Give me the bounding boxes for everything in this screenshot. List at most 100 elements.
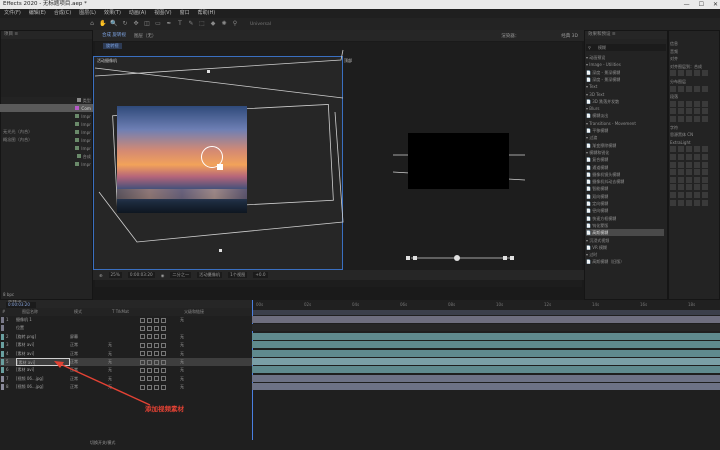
layer-mode[interactable] bbox=[70, 316, 108, 324]
align-button-icon[interactable] bbox=[686, 108, 692, 115]
effect-item[interactable]: ▾ 3D Text bbox=[586, 91, 664, 98]
align-button-icon[interactable] bbox=[686, 154, 692, 160]
effect-item[interactable]: ▾ 过时 bbox=[586, 251, 664, 258]
project-tab[interactable]: 项目 ≡ bbox=[1, 31, 92, 39]
right-panel-row[interactable]: 字符 bbox=[670, 124, 718, 131]
effect-item[interactable]: 📄 深度 - 景深模糊 bbox=[586, 69, 664, 76]
menu-edit[interactable]: 编辑(E) bbox=[29, 9, 46, 18]
project-item[interactable]: Impr bbox=[0, 160, 93, 168]
menu-animation[interactable]: 动画(A) bbox=[129, 9, 146, 18]
bpc-label[interactable]: 8 bpc bbox=[3, 292, 14, 297]
right-panel-row[interactable] bbox=[670, 161, 718, 169]
layer-parent[interactable]: 无 bbox=[180, 316, 184, 324]
effect-item[interactable]: ▾ 模糊和锐化 bbox=[586, 149, 664, 156]
effect-item[interactable]: ▾ Text bbox=[586, 83, 664, 90]
switch-icon[interactable] bbox=[161, 325, 166, 331]
align-button-icon[interactable] bbox=[702, 161, 708, 168]
align-button-icon[interactable] bbox=[678, 85, 684, 92]
right-panel-row[interactable]: 对齐图层到：合成 bbox=[670, 63, 718, 70]
switch-icon[interactable] bbox=[140, 334, 145, 340]
align-button-icon[interactable] bbox=[694, 184, 700, 191]
layer-parent[interactable]: 无 bbox=[180, 350, 184, 358]
switch-icon[interactable] bbox=[161, 351, 166, 357]
menu-file[interactable]: 文件(F) bbox=[4, 9, 21, 18]
align-button-icon[interactable] bbox=[670, 85, 676, 92]
align-button-icon[interactable] bbox=[686, 70, 692, 77]
table-row[interactable]: 位置 bbox=[0, 324, 252, 332]
switch-icon[interactable] bbox=[147, 325, 152, 331]
align-button-icon[interactable] bbox=[670, 161, 676, 168]
right-panel-row[interactable] bbox=[670, 154, 718, 161]
effect-item[interactable]: 📄 智能模糊 bbox=[586, 185, 664, 192]
timecode-field[interactable]: 0:00:03:20 bbox=[127, 272, 155, 278]
switch-icon[interactable] bbox=[161, 342, 166, 348]
align-button-icon[interactable] bbox=[678, 154, 684, 160]
project-item[interactable]: 类型 bbox=[0, 96, 93, 104]
align-button-icon[interactable] bbox=[678, 176, 684, 183]
align-button-icon[interactable] bbox=[694, 169, 700, 176]
right-panel-row[interactable]: ExtraLight bbox=[670, 139, 718, 146]
tab-composition[interactable]: 合成 旋转视 bbox=[99, 32, 126, 40]
layer-trkmat[interactable] bbox=[108, 316, 140, 324]
project-item[interactable]: Com bbox=[0, 104, 93, 112]
hand-tool-icon[interactable]: ✋ bbox=[99, 20, 107, 28]
effect-item[interactable]: 📄 高斯模糊 bbox=[586, 229, 664, 237]
align-button-icon[interactable] bbox=[694, 161, 700, 168]
right-panel-row[interactable] bbox=[670, 70, 718, 77]
align-button-icon[interactable] bbox=[670, 154, 676, 160]
close-button[interactable]: ✕ bbox=[713, 0, 718, 9]
workspace-label[interactable]: Universal bbox=[250, 22, 271, 27]
maximize-button[interactable]: ☐ bbox=[699, 0, 704, 9]
resolution-dropdown[interactable]: 二分之一 bbox=[170, 272, 192, 278]
align-button-icon[interactable] bbox=[694, 199, 700, 206]
renderer-value[interactable]: 经典 3D bbox=[561, 33, 578, 39]
layer-duration-bar[interactable] bbox=[252, 349, 720, 357]
table-row[interactable]: 2 [旋转.png] 屏幕 无 bbox=[0, 333, 252, 341]
layer-duration-bar[interactable] bbox=[252, 316, 720, 323]
switch-icon[interactable] bbox=[154, 334, 159, 340]
align-button-icon[interactable] bbox=[686, 116, 692, 122]
align-button-icon[interactable] bbox=[670, 116, 676, 122]
effect-item[interactable]: ▾ Blurs bbox=[586, 105, 664, 112]
brush-tool-icon[interactable]: ✎ bbox=[187, 20, 195, 28]
layer-parent[interactable]: 无 bbox=[180, 358, 184, 366]
layer-duration-bar[interactable] bbox=[252, 332, 720, 340]
align-button-icon[interactable] bbox=[670, 169, 676, 176]
align-button-icon[interactable] bbox=[702, 70, 708, 77]
right-panel-row[interactable]: 段落 bbox=[670, 93, 718, 100]
menu-layer[interactable]: 图层(L) bbox=[79, 9, 96, 18]
align-button-icon[interactable] bbox=[678, 116, 684, 122]
align-button-icon[interactable] bbox=[694, 146, 700, 153]
switch-icon[interactable] bbox=[161, 376, 166, 382]
layer-name[interactable]: [素材 avi] bbox=[16, 341, 70, 349]
minimize-button[interactable]: — bbox=[684, 0, 690, 9]
menu-help[interactable]: 帮助(H) bbox=[198, 9, 216, 18]
align-button-icon[interactable] bbox=[670, 100, 676, 107]
layer-parent[interactable]: 无 bbox=[180, 333, 184, 341]
clone-tool-icon[interactable]: ⬚ bbox=[198, 20, 206, 28]
move-tool-icon[interactable]: ✥ bbox=[132, 20, 140, 28]
right-panel-row[interactable]: 思源黑体 CN bbox=[670, 131, 718, 138]
project-item[interactable]: 概念图（内合） Impr bbox=[0, 136, 93, 144]
time-ruler[interactable]: 00s 02s 04s 06s 08s 10s 12s 14s 16s 18s bbox=[252, 300, 720, 316]
align-button-icon[interactable] bbox=[678, 108, 684, 115]
camera-dropdown[interactable]: 活动摄像机 bbox=[197, 272, 223, 278]
effects-tab[interactable]: 效果和预设 ≡ bbox=[585, 31, 667, 39]
layer-duration-bar[interactable] bbox=[252, 341, 720, 349]
right-panel-row[interactable] bbox=[670, 199, 718, 207]
menu-composition[interactable]: 合成(C) bbox=[54, 9, 71, 18]
effects-search-input[interactable]: 模糊 bbox=[586, 44, 666, 51]
align-button-icon[interactable] bbox=[678, 70, 684, 77]
right-panel-row[interactable] bbox=[670, 116, 718, 123]
text-tool-icon[interactable]: T bbox=[176, 20, 184, 28]
align-button-icon[interactable] bbox=[670, 184, 676, 191]
menu-window[interactable]: 窗口 bbox=[180, 9, 190, 18]
project-item[interactable]: 无光光（内合） Impr bbox=[0, 128, 93, 136]
layer-parent[interactable]: 无 bbox=[180, 375, 184, 383]
right-panel-row[interactable]: 对齐 bbox=[670, 55, 718, 62]
rect-tool-icon[interactable]: ▭ bbox=[154, 20, 162, 28]
align-button-icon[interactable] bbox=[694, 85, 700, 92]
effect-item[interactable]: ▾ 动画预设 bbox=[586, 54, 664, 61]
right-panel-row[interactable] bbox=[670, 169, 718, 176]
switch-icon[interactable] bbox=[140, 342, 145, 348]
